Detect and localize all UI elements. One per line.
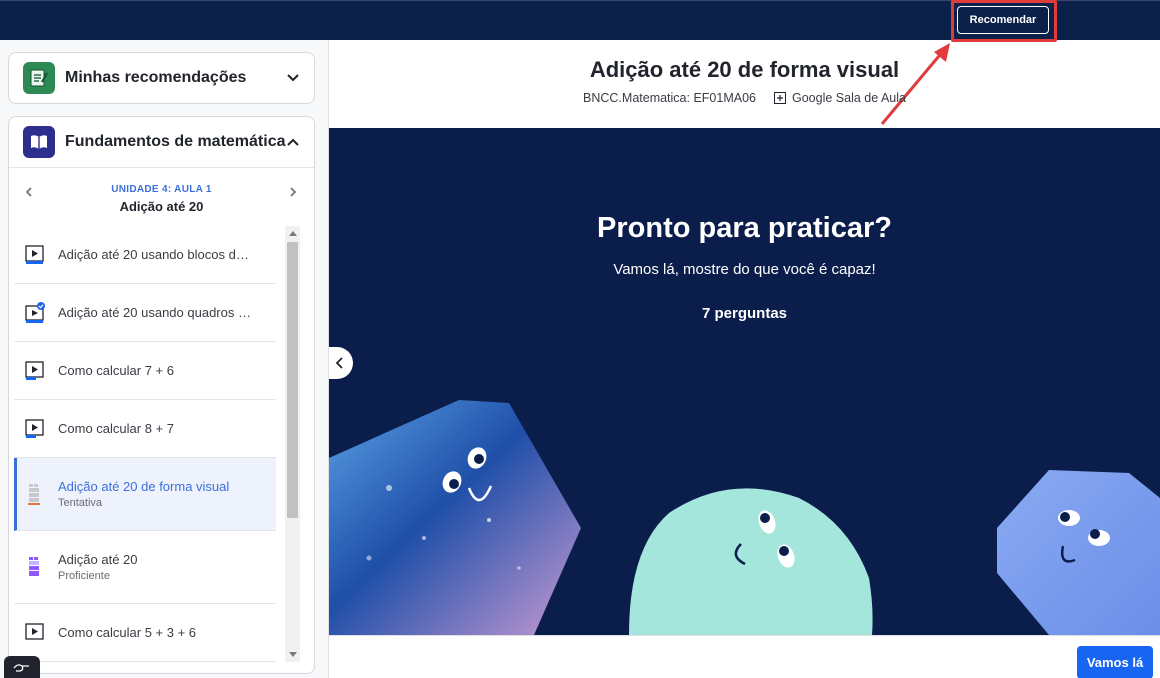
scroll-up-icon[interactable] <box>289 231 297 236</box>
video-completed-icon <box>24 301 46 324</box>
question-count: 7 perguntas <box>701 305 788 322</box>
exercise-meta: BNCC.Matematica: EF01MA06 Google Sala de… <box>329 91 1160 105</box>
recommendations-icon <box>23 62 55 94</box>
video-icon <box>24 244 46 266</box>
start-button[interactable]: Vamos lá <box>1077 646 1153 678</box>
course-book-icon <box>23 126 55 158</box>
course-header[interactable]: Fundamentos de matemática <box>9 117 314 167</box>
list-item[interactable]: Como calcular 8 + 7 <box>14 400 276 458</box>
my-recommendations-card[interactable]: Minhas recomendações <box>8 52 315 104</box>
unit-label: UNIDADE 4: AULA 1 <box>111 184 212 195</box>
list-item[interactable]: Adição até 20 usando quadros d... <box>14 284 276 342</box>
video-icon <box>24 360 46 382</box>
exercise-title: Adição até 20 de forma visual <box>589 57 900 82</box>
list-item[interactable]: Como calcular 5 + 3 + 6 <box>14 604 276 662</box>
list-item[interactable]: Adição até 20 Proficiente <box>14 531 276 604</box>
video-icon <box>24 622 46 644</box>
hand-gesture-icon[interactable] <box>4 656 40 678</box>
scrollbar-thumb[interactable] <box>287 242 298 518</box>
lesson-content-list: Adição até 20 usando blocos de ... Adiçã… <box>14 226 300 662</box>
monster-illustration <box>329 400 1160 635</box>
recommend-button[interactable]: Recomendar <box>957 6 1049 34</box>
unit-navigator: UNIDADE 4: AULA 1 Adição até 20 <box>9 167 314 223</box>
exercise-footer: Vamos lá <box>329 635 1160 678</box>
list-item-active[interactable]: Adição até 20 de forma visual Tentativa <box>14 458 276 531</box>
chevron-up-icon[interactable] <box>286 135 300 149</box>
scroll-down-icon[interactable] <box>289 652 297 657</box>
hero-title: Pronto para praticar? <box>597 212 892 244</box>
list-item[interactable]: Como calcular 7 + 6 <box>14 342 276 400</box>
hero-subtitle: Vamos lá, mostre do que você é capaz! <box>613 261 876 278</box>
standard-code: BNCC.Matematica: EF01MA06 <box>583 91 756 105</box>
list-scrollbar[interactable] <box>285 226 300 662</box>
list-item[interactable]: Adição até 20 usando blocos de ... <box>14 226 276 284</box>
classroom-icon <box>774 92 786 104</box>
exercise-panel: Adição até 20 de forma visual BNCC.Matem… <box>329 40 1160 678</box>
next-lesson-icon[interactable] <box>287 186 299 198</box>
course-title: Fundamentos de matemática <box>65 133 286 150</box>
exercise-proficient-icon <box>24 556 46 578</box>
chevron-down-icon[interactable] <box>286 71 300 85</box>
exercise-attempted-icon <box>24 483 46 505</box>
my-recommendations-title: Minhas recomendações <box>65 69 247 86</box>
sidebar: Minhas recomendações Fundamentos de mate… <box>0 40 329 678</box>
video-icon <box>24 418 46 440</box>
practice-hero: Pronto para praticar? Vamos lá, mostre d… <box>329 128 1160 635</box>
chevron-left-icon <box>335 357 343 369</box>
google-classroom-link[interactable]: Google Sala de Aula <box>774 91 906 105</box>
unit-title: Adição até 20 <box>119 199 204 214</box>
